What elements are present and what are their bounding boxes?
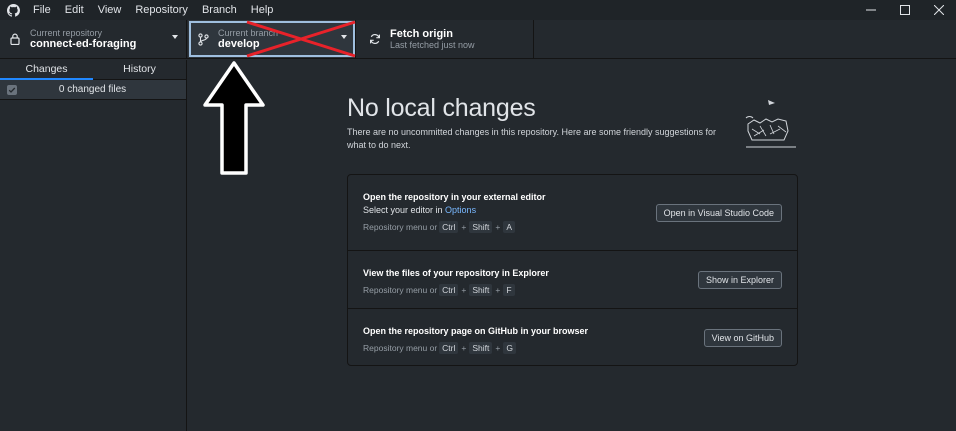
menu-edit[interactable]: Edit	[58, 0, 91, 20]
current-branch-button[interactable]: Current branch develop	[188, 20, 356, 58]
tab-changes[interactable]: Changes	[0, 60, 93, 80]
shortcut-prefix: Repository menu or	[363, 343, 438, 353]
changes-header: 0 changed files	[0, 80, 186, 100]
menu-view[interactable]: View	[91, 0, 129, 20]
caret-down-icon	[341, 35, 347, 39]
window-controls	[854, 0, 956, 20]
action-view-github: Open the repository page on GitHub in yo…	[348, 309, 797, 365]
fetch-origin-button[interactable]: Fetch origin Last fetched just now	[356, 20, 534, 58]
key-separator: +	[495, 343, 501, 353]
toolbar: Current repository connect-ed-foraging C…	[0, 20, 956, 59]
shortcut-prefix: Repository menu or	[363, 285, 438, 295]
checkbox-icon[interactable]	[7, 84, 17, 95]
caret-down-icon	[172, 35, 178, 39]
changed-files-count: 0 changed files	[58, 84, 127, 95]
menu-branch[interactable]: Branch	[195, 0, 244, 20]
key-ctrl: Ctrl	[439, 221, 459, 233]
minimize-icon[interactable]	[854, 0, 888, 20]
key-separator: +	[461, 222, 467, 232]
repository-label: Current repository	[30, 27, 103, 38]
menu-repository[interactable]: Repository	[128, 0, 195, 20]
key-shift: Shift	[469, 284, 493, 296]
sync-icon	[368, 32, 382, 46]
repository-name: connect-ed-foraging	[30, 37, 137, 50]
key-separator: +	[461, 343, 467, 353]
sidebar: Changes History 0 changed files	[0, 60, 187, 431]
key-letter: G	[503, 342, 516, 354]
github-logo-icon[interactable]	[0, 0, 26, 20]
suggested-actions: Open the repository in your external edi…	[347, 174, 798, 366]
empty-state-illustration	[740, 94, 800, 154]
fetch-origin-title: Fetch origin	[390, 27, 453, 40]
key-ctrl: Ctrl	[439, 284, 459, 296]
menu-file[interactable]: File	[26, 0, 58, 20]
action-title: Open the repository in your external edi…	[363, 192, 546, 202]
current-repository-button[interactable]: Current repository connect-ed-foraging	[0, 20, 187, 58]
close-icon[interactable]	[922, 0, 956, 20]
page-title: No local changes	[347, 94, 536, 122]
view-on-github-button[interactable]: View on GitHub	[703, 329, 782, 347]
key-separator: +	[495, 222, 501, 232]
branch-label: Current branch	[218, 27, 279, 38]
menu-help[interactable]: Help	[244, 0, 281, 20]
title-bar: File Edit View Repository Branch Help	[0, 0, 956, 20]
main-panel: No local changes There are no uncommitte…	[188, 60, 956, 431]
branch-name: develop	[218, 37, 260, 50]
lock-icon	[8, 32, 22, 46]
shortcut-prefix: Repository menu or	[363, 222, 438, 232]
show-in-explorer-button[interactable]: Show in Explorer	[697, 271, 782, 289]
key-separator: +	[461, 285, 467, 295]
key-shift: Shift	[469, 342, 493, 354]
key-shift: Shift	[469, 221, 493, 233]
action-open-editor: Open the repository in your external edi…	[348, 175, 797, 251]
menu-bar: File Edit View Repository Branch Help	[26, 0, 280, 20]
sidebar-tabs: Changes History	[0, 60, 186, 80]
options-link[interactable]: Options	[445, 205, 476, 215]
maximize-icon[interactable]	[888, 0, 922, 20]
fetch-origin-status: Last fetched just now	[390, 40, 475, 51]
action-description-text: Select your editor in	[363, 205, 446, 215]
action-show-explorer: View the files of your repository in Exp…	[348, 251, 797, 309]
tab-history[interactable]: History	[93, 60, 186, 79]
key-ctrl: Ctrl	[439, 342, 459, 354]
page-description: There are no uncommitted changes in this…	[347, 127, 717, 150]
branch-icon	[196, 32, 210, 46]
key-separator: +	[495, 285, 501, 295]
action-shortcut: Repository menu or Ctrl + Shift + A	[363, 221, 797, 233]
key-letter: F	[503, 284, 515, 296]
key-letter: A	[503, 221, 516, 233]
open-in-editor-button[interactable]: Open in Visual Studio Code	[655, 204, 782, 222]
